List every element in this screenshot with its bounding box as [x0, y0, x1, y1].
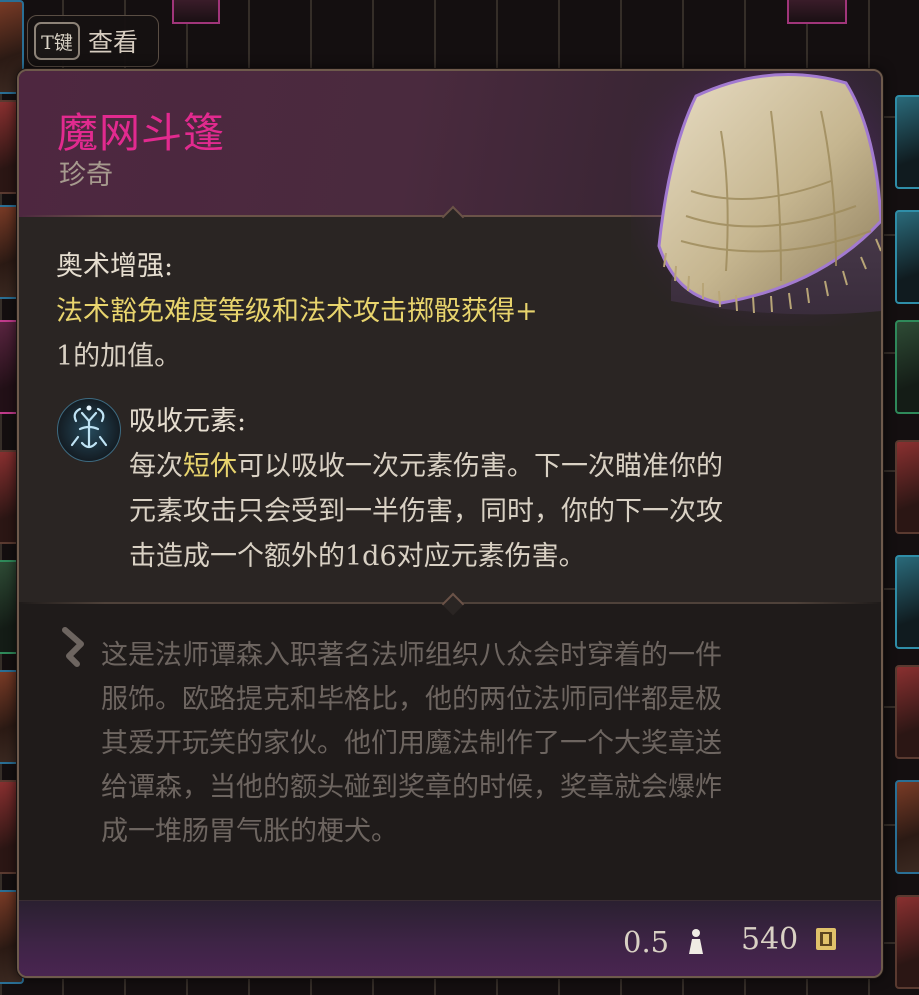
lore-line: 成一堆肠胃气胀的梗犬。: [101, 816, 398, 847]
item-weight: 0.5: [623, 925, 670, 959]
weight-icon: [689, 929, 703, 954]
passive-line1-pre: 每次: [129, 451, 183, 482]
hotkey-badge: T键: [34, 22, 80, 60]
enchantment-description-line2: 1的加值。: [56, 341, 182, 372]
lore-line: 这是法师谭森入职著名法师组织八众会时穿着的一件: [101, 640, 722, 671]
passive-description-line1: 每次短休可以吸收一次元素伤害。下一次瞄准你的: [129, 445, 723, 488]
inventory-slot[interactable]: [787, 0, 847, 24]
inventory-slot[interactable]: [895, 780, 919, 874]
gold-icon: [816, 928, 836, 950]
cloak-image: [631, 71, 881, 326]
examine-hint[interactable]: T键 查看: [27, 15, 159, 67]
inventory-slot[interactable]: [895, 320, 919, 414]
item-tooltip: 魔网斗篷 珍奇 奥术增强: 法术豁免难度等级和法术攻击掷骰获得+ 1的加值。 吸…: [17, 69, 883, 978]
enchantment-title: 奥术增强:: [56, 251, 174, 282]
inventory-slot[interactable]: [895, 895, 919, 989]
passive-line1-post: 可以吸收一次元素伤害。下一次瞄准你的: [237, 451, 723, 482]
item-rarity: 珍奇: [59, 160, 113, 191]
lore-line: 服饰。欧路提克和毕格比，他的两位法师同伴都是极: [101, 684, 722, 715]
passive-title: 吸收元素:: [129, 406, 247, 437]
passive-description-line3: 击造成一个额外的1d6对应元素伤害。: [129, 541, 586, 572]
item-name: 魔网斗篷: [57, 109, 225, 157]
lore-line: 其爱开玩笑的家伙。他们用魔法制作了一个大奖章送: [101, 728, 722, 759]
inventory-slot[interactable]: [895, 210, 919, 304]
inventory-slot[interactable]: [895, 440, 919, 534]
inventory-slot[interactable]: [895, 95, 919, 189]
quill-icon: [62, 627, 84, 667]
absorb-elements-icon[interactable]: [57, 398, 121, 462]
enchantment-description-line1: 法术豁免难度等级和法术攻击掷骰获得+: [56, 296, 538, 327]
inventory-slot[interactable]: [895, 665, 919, 759]
item-price: 540: [741, 922, 799, 957]
inventory-slot[interactable]: [172, 0, 220, 24]
inventory-slot[interactable]: [895, 555, 919, 649]
short-rest-keyword[interactable]: 短休: [183, 451, 237, 482]
lore-line: 给谭森，当他的额头碰到奖章的时候，奖章就会爆炸: [101, 772, 722, 803]
lore-text: 这是法师谭森入职著名法师组织八众会时穿着的一件 服饰。欧路提克和毕格比，他的两位…: [101, 634, 861, 854]
footer-divider: [19, 900, 881, 901]
passive-description-line2: 元素攻击只会受到一半伤害，同时，你的下一次攻: [129, 496, 723, 527]
examine-label: 查看: [88, 28, 139, 57]
